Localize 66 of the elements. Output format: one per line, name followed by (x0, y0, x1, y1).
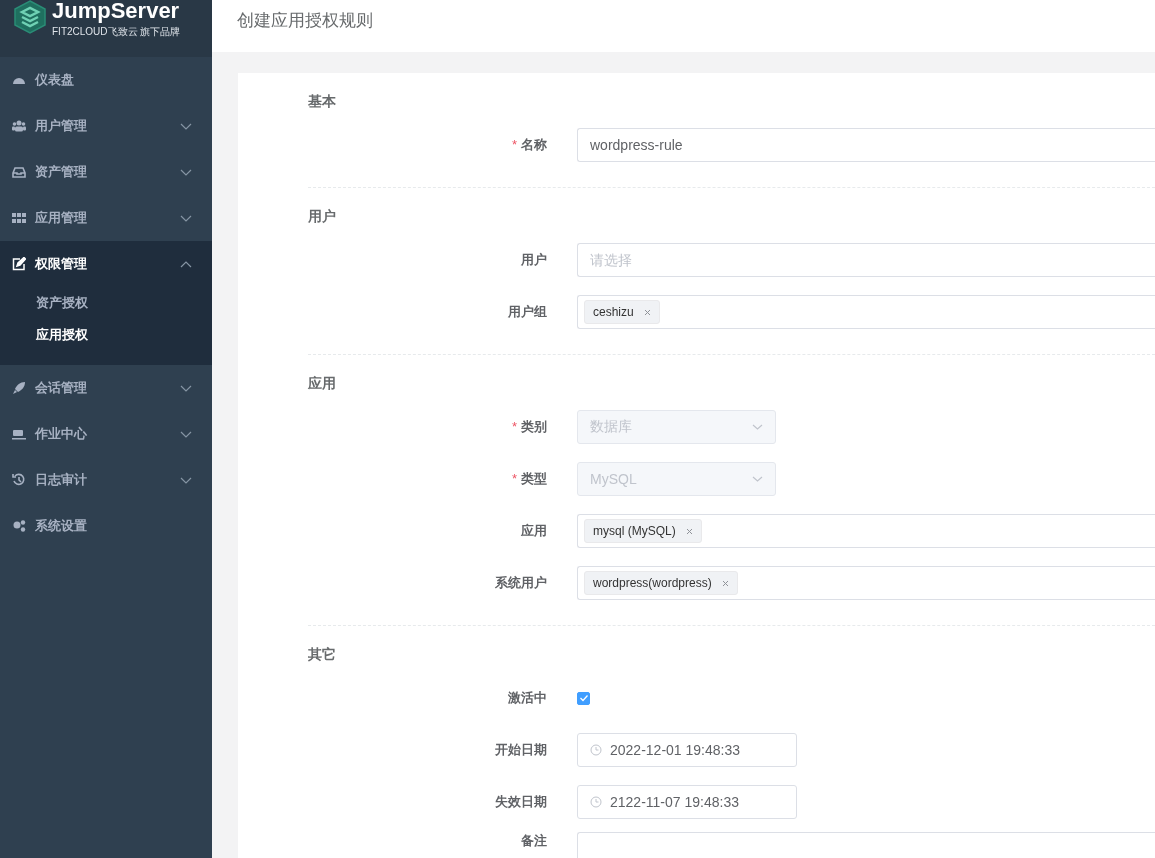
menu-item[interactable]: 日志审计 (0, 457, 212, 503)
close-icon[interactable] (721, 579, 729, 587)
required-mark: * (511, 419, 517, 434)
field-label: 应用 (521, 523, 547, 538)
tag-label: ceshizu (593, 305, 634, 319)
section-title: 其它 (308, 645, 337, 664)
checkbox[interactable] (577, 691, 590, 705)
menu-item[interactable]: 权限管理 (0, 241, 212, 287)
menu-item[interactable]: 作业中心 (0, 411, 212, 457)
required-mark: * (511, 137, 517, 152)
field-label: 类别 (521, 419, 547, 434)
close-icon[interactable] (643, 308, 651, 316)
field-label: 备注 (521, 833, 547, 848)
submenu-item[interactable]: 资产授权 (0, 287, 212, 319)
field-label: 开始日期 (495, 742, 547, 757)
section-title: 基本 (308, 92, 337, 111)
history-icon (12, 473, 26, 487)
chevron-icon (180, 214, 192, 222)
section-title: 用户 (308, 207, 337, 226)
multi-select-field[interactable]: mysql (MySQL) (577, 514, 1155, 548)
datetime-value: 2122-11-07 19:48:33 (610, 794, 739, 810)
chevron-icon (180, 430, 192, 438)
clock-icon (590, 744, 602, 756)
submenu-item[interactable]: 应用授权 (0, 319, 212, 351)
tray-icon (12, 165, 26, 179)
chevron-icon (180, 260, 192, 268)
section-title: 应用 (308, 374, 337, 393)
datetime-field[interactable]: 2122-11-07 19:48:33 (577, 785, 797, 819)
chevron-icon (180, 122, 192, 130)
multi-select-field[interactable]: wordpress(wordpress) (577, 566, 1155, 600)
cube-logo-icon (14, 0, 46, 34)
field-label: 类型 (521, 471, 547, 486)
menu-item[interactable]: 系统设置 (0, 503, 212, 549)
grid-icon (12, 211, 26, 225)
field-label: 失效日期 (495, 794, 547, 809)
datetime-value: 2022-12-01 19:48:33 (610, 742, 740, 758)
edit-icon (12, 257, 26, 271)
page-title: 创建应用授权规则 (237, 10, 373, 32)
multi-select-field[interactable]: ceshizu (577, 295, 1155, 329)
tag-label: mysql (MySQL) (593, 524, 676, 538)
gears-icon (12, 519, 26, 533)
menu-item[interactable]: 会话管理 (0, 365, 212, 411)
select-field[interactable]: 请选择 (577, 243, 1155, 277)
chevron-icon (180, 476, 192, 484)
field-label: 名称 (521, 137, 547, 152)
clock-icon (590, 796, 602, 808)
chevron-icon (752, 424, 763, 430)
field-label: 用户 (521, 252, 547, 267)
chevron-icon (180, 168, 192, 176)
datetime-field[interactable]: 2022-12-01 19:48:33 (577, 733, 797, 767)
logo-name: JumpServer (52, 0, 181, 22)
field-label: 激活中 (508, 690, 547, 705)
name-input[interactable]: wordpress-rule (577, 128, 1155, 162)
close-icon[interactable] (685, 527, 693, 535)
menu-item[interactable]: 应用管理 (0, 195, 212, 241)
menu-item[interactable]: 仪表盘 (0, 57, 212, 103)
menu-item[interactable]: 资产管理 (0, 149, 212, 195)
users-icon (12, 119, 26, 133)
tag-label: wordpress(wordpress) (593, 576, 712, 590)
logo-tagline: FIT2CLOUD飞致云 旗下品牌 (52, 25, 181, 39)
required-mark: * (511, 471, 517, 486)
field-label: 用户组 (508, 304, 547, 319)
menu-item[interactable]: 用户管理 (0, 103, 212, 149)
chevron-icon (752, 476, 763, 482)
chevron-icon (180, 384, 192, 392)
field-label: 系统用户 (495, 575, 547, 590)
